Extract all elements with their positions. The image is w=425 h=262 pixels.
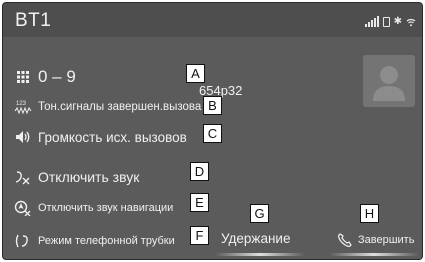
- callout-a: A: [186, 64, 205, 83]
- end-call-tones-button[interactable]: 123 Тон.сигналы завершен.вызова: [12, 95, 201, 119]
- handset-mode-icon: [12, 233, 34, 249]
- handset-mode-button[interactable]: Режим телефонной трубки: [12, 229, 175, 253]
- tone-signal-icon: 123: [12, 99, 34, 115]
- phone-hangup-icon: [338, 233, 352, 247]
- bluetooth-icon: ✱: [393, 16, 402, 27]
- callout-h: H: [360, 204, 379, 223]
- outgoing-volume-button[interactable]: Громкость исх. вызовов: [12, 125, 187, 149]
- mute-navigation-label: Отключить звук навигации: [38, 202, 174, 214]
- header-bar: BT1 ✱: [3, 3, 422, 37]
- keypad-icon: [12, 70, 34, 84]
- signal-bars-icon: [364, 16, 379, 27]
- mute-microphone-button[interactable]: Отключить звук: [12, 165, 139, 189]
- speaker-volume-icon: [12, 130, 34, 144]
- mute-microphone-label: Отключить звук: [38, 169, 140, 185]
- hold-button[interactable]: Удержание: [221, 231, 290, 246]
- keypad-button[interactable]: 0 – 9: [12, 65, 76, 89]
- end-call-label: Завершить: [358, 234, 415, 246]
- outgoing-volume-label: Громкость исх. вызовов: [38, 129, 187, 145]
- hold-button-highlight: [215, 253, 305, 256]
- svg-text:123: 123: [16, 101, 27, 107]
- callout-e: E: [190, 193, 209, 212]
- status-icons: ✱: [364, 13, 416, 27]
- keypad-label: 0 – 9: [38, 67, 76, 86]
- wifi-icon: [406, 18, 416, 27]
- device-title: BT1: [15, 10, 52, 31]
- callout-g: G: [250, 204, 269, 223]
- microphone-mute-icon: [12, 169, 34, 185]
- contact-avatar-icon: [363, 55, 415, 107]
- end-call-tones-label: Тон.сигналы завершен.вызова: [38, 101, 202, 113]
- callout-f: F: [190, 226, 209, 245]
- navigation-mute-icon: [12, 200, 34, 216]
- end-call-button[interactable]: Завершить: [337, 232, 414, 248]
- callout-d: D: [190, 162, 209, 181]
- battery-icon: [382, 17, 390, 27]
- callout-c: C: [203, 124, 222, 143]
- handset-mode-label: Режим телефонной трубки: [38, 235, 175, 247]
- callout-b: B: [203, 96, 222, 115]
- end-call-button-highlight: [329, 253, 419, 256]
- mute-navigation-button[interactable]: Отключить звук навигации: [12, 196, 173, 220]
